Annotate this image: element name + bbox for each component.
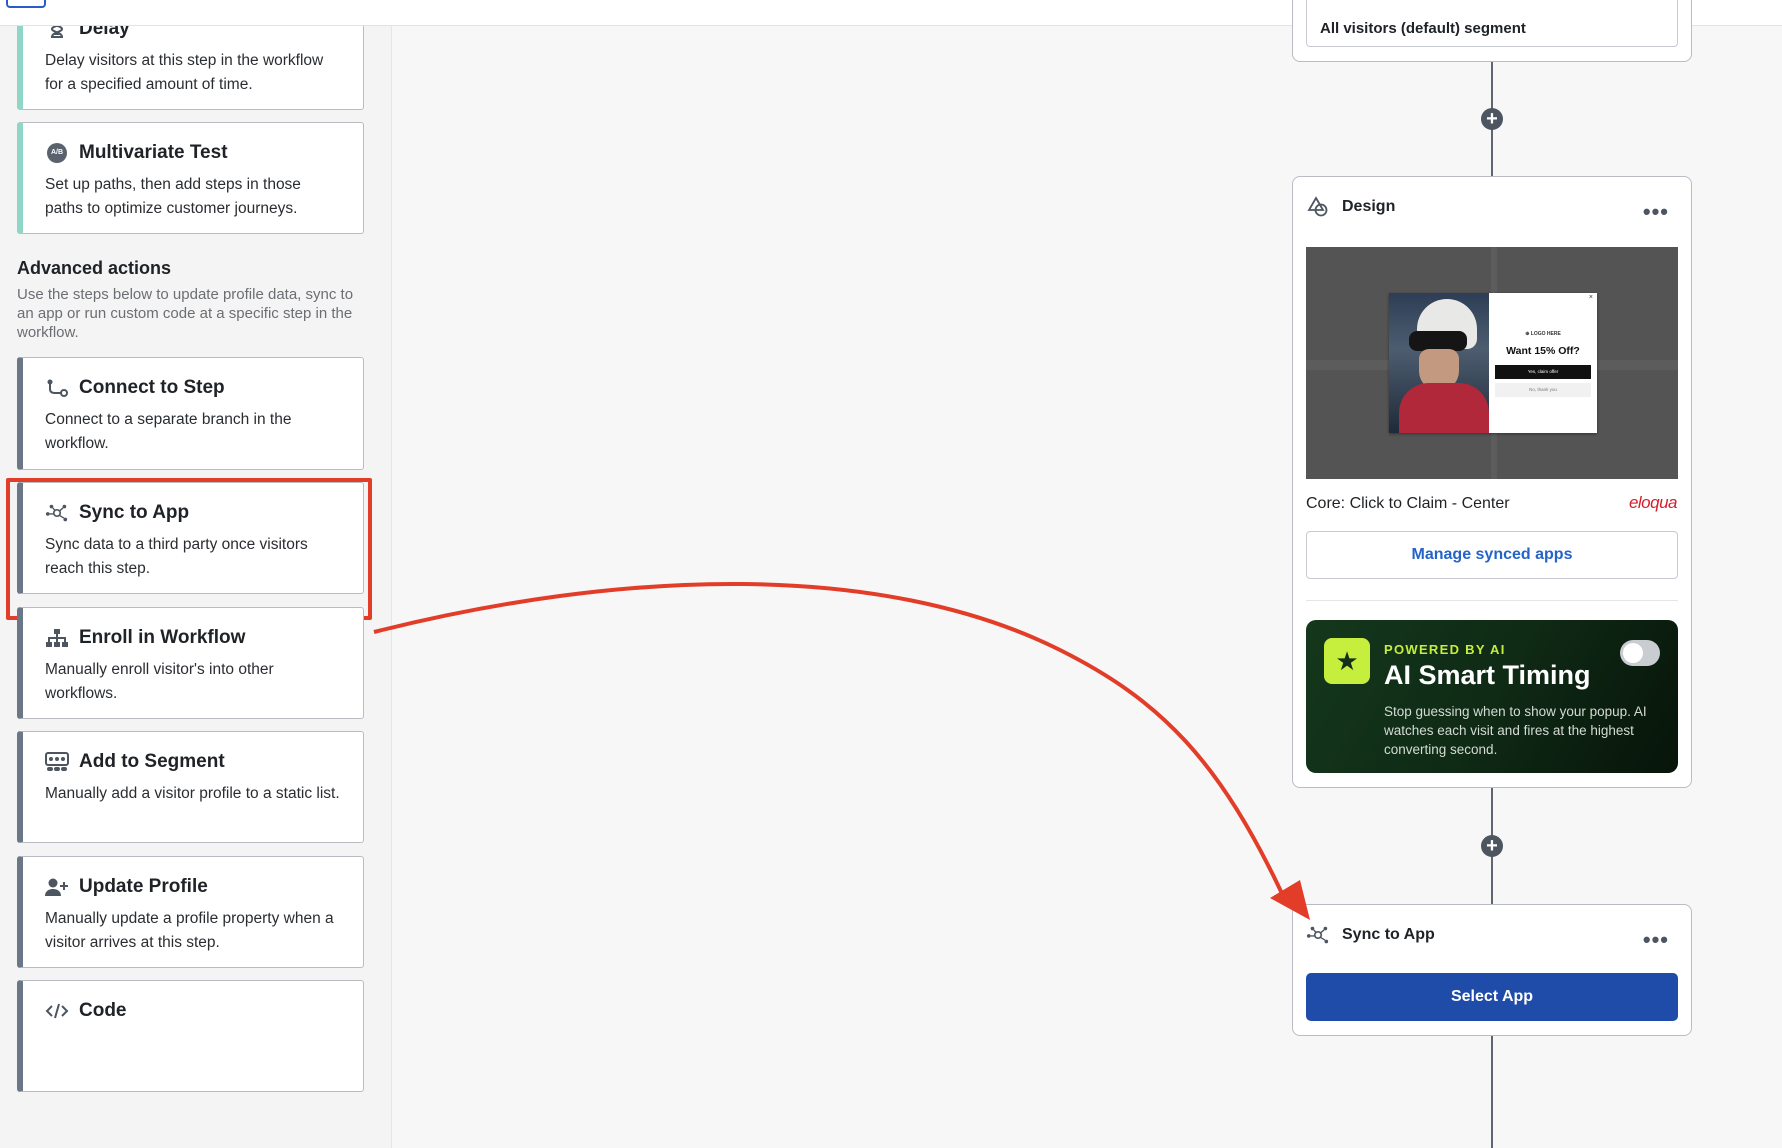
segment-inner: All visitors (default) segment xyxy=(1306,0,1678,47)
design-node[interactable]: Design ••• × ⊕ LOGO HERE Want 15% Off? Y… xyxy=(1292,176,1692,788)
step-card-title: Enroll in Workflow xyxy=(79,627,246,648)
more-options-icon[interactable]: ••• xyxy=(1643,199,1669,225)
step-card-title: Add to Segment xyxy=(79,751,225,772)
decline-button: No, thank you xyxy=(1495,383,1591,397)
step-card-title: Delay xyxy=(79,26,130,39)
section-title: Advanced actions xyxy=(17,258,172,278)
top-left-button[interactable] xyxy=(6,0,46,8)
user-plus-icon xyxy=(45,875,69,899)
step-card-desc: Manually add a visitor profile to a stat… xyxy=(45,785,340,802)
skier-photo xyxy=(1389,293,1489,433)
add-step-icon[interactable]: + xyxy=(1481,835,1503,857)
template-name: Core: Click to Claim - Center xyxy=(1306,495,1510,512)
claim-button: Yes, claim offer xyxy=(1495,365,1591,379)
goggles xyxy=(1409,331,1467,351)
manage-synced-apps-button[interactable]: Manage synced apps xyxy=(1306,531,1678,579)
popup-content: × ⊕ LOGO HERE Want 15% Off? Yes, claim o… xyxy=(1489,293,1597,433)
selection-highlight xyxy=(6,478,372,620)
step-card-desc: Manually update a profile property when … xyxy=(45,910,334,951)
step-card-delay[interactable]: Delay Delay visitors at this step in the… xyxy=(17,26,364,110)
ai-eyebrow: POWERED BY AI xyxy=(1384,642,1506,657)
step-card-title: Multivariate Test xyxy=(79,142,228,163)
shapes-icon xyxy=(1306,195,1330,219)
sync-to-app-node[interactable]: Sync to App ••• Select App xyxy=(1292,904,1692,1036)
step-card-enroll-in-workflow[interactable]: Enroll in Workflow Manually enroll visit… xyxy=(17,607,364,719)
step-card-desc: Connect to a separate branch in the work… xyxy=(45,411,292,452)
step-card-connect-to-step[interactable]: Connect to Step Connect to a separate br… xyxy=(17,357,364,470)
close-icon: × xyxy=(1588,294,1593,301)
sync-network-icon xyxy=(1306,923,1330,947)
step-card-add-to-segment[interactable]: Add to Segment Manually add a visitor pr… xyxy=(17,731,364,843)
segment-node[interactable]: All visitors (default) segment xyxy=(1292,0,1692,62)
sync-node-header: Sync to App xyxy=(1306,923,1435,947)
ai-smart-timing-card: ★ POWERED BY AI AI Smart Timing Stop gue… xyxy=(1306,620,1678,773)
design-node-header: Design xyxy=(1306,195,1395,219)
code-icon xyxy=(45,999,69,1023)
step-card-title: Update Profile xyxy=(79,876,208,897)
connector-line xyxy=(1491,1035,1493,1148)
ai-description: Stop guessing when to show your popup. A… xyxy=(1384,704,1647,757)
toggle-knob xyxy=(1623,643,1643,663)
logo-placeholder: ⊕ LOGO HERE xyxy=(1525,331,1561,337)
ab-test-icon: A/B xyxy=(45,141,69,165)
sync-node-title: Sync to App xyxy=(1342,926,1435,943)
connect-step-icon xyxy=(45,376,69,400)
step-card-desc: Manually enroll visitor's into other wor… xyxy=(45,661,274,702)
segment-group-icon xyxy=(45,750,69,774)
section-desc: Use the steps below to update profile da… xyxy=(17,286,354,341)
design-node-title: Design xyxy=(1342,198,1396,215)
popup-thumbnail: × ⊕ LOGO HERE Want 15% Off? Yes, claim o… xyxy=(1389,293,1597,433)
jacket xyxy=(1399,383,1489,433)
step-card-title: Connect to Step xyxy=(79,377,225,398)
step-card-desc: Delay visitors at this step in the workf… xyxy=(45,52,324,93)
hierarchy-icon xyxy=(45,626,69,650)
step-card-title: Code xyxy=(79,1000,127,1021)
more-options-icon[interactable]: ••• xyxy=(1643,927,1669,953)
design-preview[interactable]: × ⊕ LOGO HERE Want 15% Off? Yes, claim o… xyxy=(1306,247,1678,479)
step-card-code[interactable]: Code xyxy=(17,980,364,1092)
sparkle-star-icon: ★ xyxy=(1324,638,1370,684)
ai-title: AI Smart Timing xyxy=(1384,660,1591,690)
eloqua-logo: eloqua xyxy=(1628,493,1678,512)
ai-toggle[interactable] xyxy=(1620,640,1660,666)
segment-label: All visitors (default) segment xyxy=(1320,20,1526,37)
hourglass-icon xyxy=(45,26,69,41)
step-card-update-profile[interactable]: Update Profile Manually update a profile… xyxy=(17,856,364,968)
add-step-icon[interactable]: + xyxy=(1481,108,1503,130)
divider xyxy=(1306,600,1678,601)
steps-sidebar: Delay Delay visitors at this step in the… xyxy=(0,26,392,1148)
select-app-button[interactable]: Select App xyxy=(1306,973,1678,1021)
step-card-desc: Set up paths, then add steps in those pa… xyxy=(45,176,301,217)
offer-headline: Want 15% Off? xyxy=(1506,345,1580,357)
step-card-multivariate-test[interactable]: A/B Multivariate Test Set up paths, then… xyxy=(17,122,364,234)
